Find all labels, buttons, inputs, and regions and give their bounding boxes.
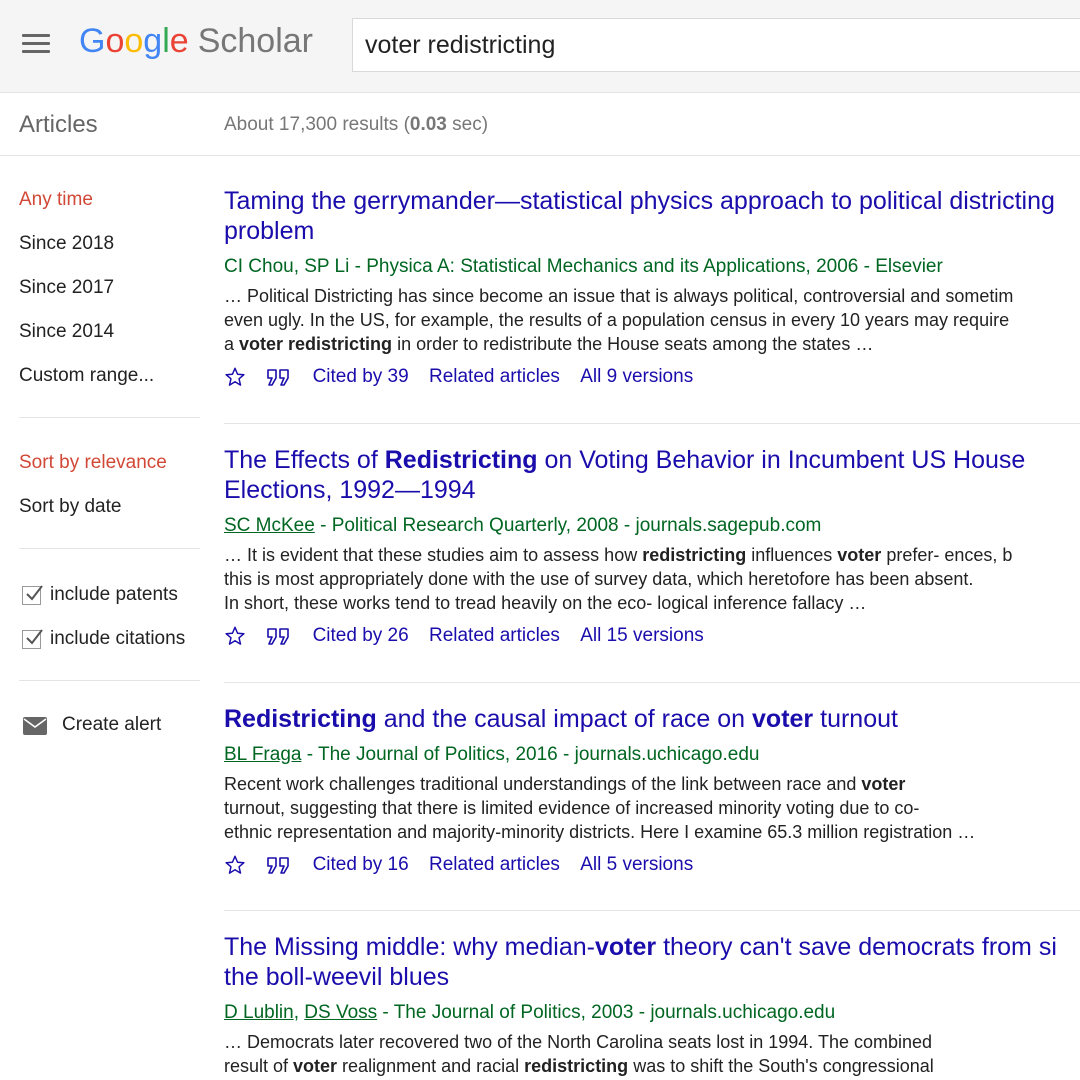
- result-item: The Missing middle: why median-voter the…: [224, 932, 1080, 1078]
- menu-icon[interactable]: [22, 34, 50, 54]
- cite-quote-icon[interactable]: [266, 366, 292, 388]
- include-patents-checkbox[interactable]: [22, 585, 43, 605]
- cite-quote-icon[interactable]: [266, 625, 292, 647]
- include-citations-label: include citations: [50, 628, 186, 649]
- result-snippet: … It is evident that these studies aim t…: [224, 545, 1013, 613]
- related-articles-link[interactable]: Related articles: [429, 854, 560, 876]
- result-item: Redistricting and the causal impact of r…: [224, 704, 1080, 880]
- related-articles-link[interactable]: Related articles: [429, 366, 560, 388]
- result-title-link[interactable]: Taming the gerrymander—statistical physi…: [224, 186, 1080, 246]
- result-item: The Effects of Redistricting on Voting B…: [224, 445, 1080, 651]
- include-patents-label: include patents: [50, 584, 178, 605]
- google-scholar-logo[interactable]: Google Scholar: [79, 22, 313, 61]
- result-meta: CI Chou, SP Li - Physica A: Statistical …: [224, 256, 943, 277]
- search-box: [352, 18, 1080, 72]
- result-snippet: … Democrats later recovered two of the N…: [224, 1032, 934, 1076]
- related-articles-link[interactable]: Related articles: [429, 625, 560, 647]
- result-snippet: Recent work challenges traditional under…: [224, 774, 976, 842]
- checkmark-icon: [26, 585, 43, 601]
- checkmark-icon: [26, 629, 43, 645]
- results-header-bar: Articles About 17,300 results (0.03 sec): [0, 92, 1080, 156]
- create-alert-link[interactable]: Create alert: [62, 714, 161, 736]
- result-title-link[interactable]: The Missing middle: why median-voter the…: [224, 932, 1080, 992]
- save-star-icon[interactable]: [224, 366, 246, 388]
- result-divider: [224, 910, 1080, 911]
- all-versions-link[interactable]: All 5 versions: [580, 854, 693, 876]
- result-actions: Cited by 39 Related articles All 9 versi…: [224, 366, 1080, 392]
- section-title: Articles: [19, 111, 98, 138]
- result-actions: Cited by 26 Related articles All 15 vers…: [224, 625, 1080, 651]
- filter-since-2014[interactable]: Since 2014: [19, 321, 114, 343]
- save-star-icon[interactable]: [224, 625, 246, 647]
- sidebar-divider: [19, 680, 200, 681]
- result-authors[interactable]: SC McKee: [224, 515, 315, 536]
- filter-any-time[interactable]: Any time: [19, 189, 93, 211]
- include-citations-checkbox[interactable]: [22, 629, 43, 649]
- filter-since-2017[interactable]: Since 2017: [19, 277, 114, 299]
- cited-by-link[interactable]: Cited by 16: [313, 854, 409, 876]
- all-versions-link[interactable]: All 9 versions: [580, 366, 693, 388]
- search-input[interactable]: [353, 19, 1080, 71]
- result-author-1[interactable]: D Lublin: [224, 1002, 294, 1023]
- cite-quote-icon[interactable]: [266, 854, 292, 876]
- result-stats: About 17,300 results (0.03 sec): [224, 114, 489, 135]
- result-meta: BL Fraga - The Journal of Politics, 2016…: [224, 744, 760, 765]
- result-actions: Cited by 16 Related articles All 5 versi…: [224, 854, 1080, 880]
- result-meta: D Lublin, DS Voss - The Journal of Polit…: [224, 1002, 836, 1023]
- cited-by-link[interactable]: Cited by 39: [313, 366, 409, 388]
- all-versions-link[interactable]: All 15 versions: [580, 625, 704, 647]
- result-snippet: … Political Districting has since become…: [224, 286, 1014, 354]
- result-title-link[interactable]: Redistricting and the causal impact of r…: [224, 704, 1080, 734]
- result-authors[interactable]: CI Chou, SP Li: [224, 256, 349, 277]
- mail-icon[interactable]: [23, 717, 47, 735]
- filter-custom-range[interactable]: Custom range...: [19, 365, 154, 387]
- sort-by-date[interactable]: Sort by date: [19, 496, 121, 518]
- result-author-2[interactable]: DS Voss: [304, 1002, 377, 1023]
- cited-by-link[interactable]: Cited by 26: [313, 625, 409, 647]
- save-star-icon[interactable]: [224, 854, 246, 876]
- sidebar-divider: [19, 417, 200, 418]
- result-meta: SC McKee - Political Research Quarterly,…: [224, 515, 822, 536]
- result-divider: [224, 423, 1080, 424]
- filter-since-2018[interactable]: Since 2018: [19, 233, 114, 255]
- sort-by-relevance[interactable]: Sort by relevance: [19, 452, 167, 474]
- result-title-link[interactable]: The Effects of Redistricting on Voting B…: [224, 445, 1080, 505]
- sidebar-divider: [19, 548, 200, 549]
- result-authors[interactable]: BL Fraga: [224, 744, 301, 765]
- header: Google Scholar: [0, 0, 1080, 93]
- result-item: Taming the gerrymander—statistical physi…: [224, 186, 1080, 392]
- result-divider: [224, 682, 1080, 683]
